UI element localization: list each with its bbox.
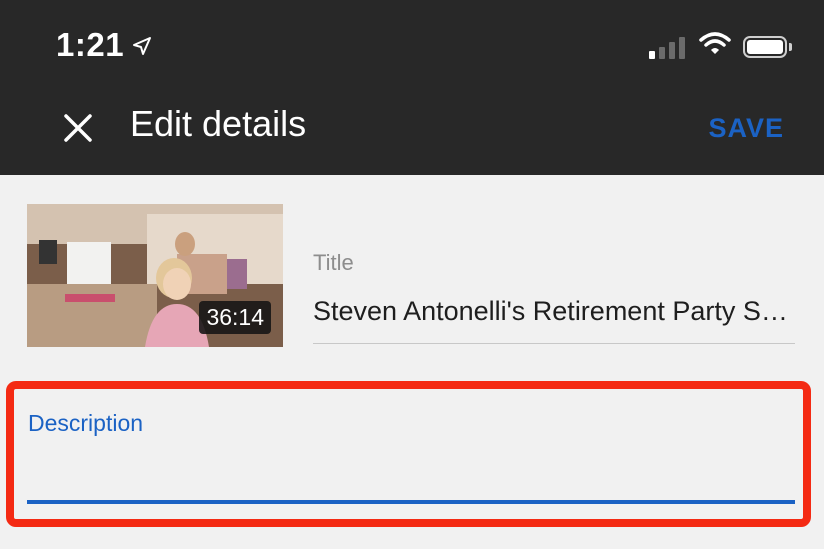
video-thumbnail[interactable]: 36:14 (27, 204, 283, 347)
cellular-signal-icon (649, 35, 685, 59)
location-arrow-icon (132, 26, 152, 64)
save-button[interactable]: SAVE (708, 113, 784, 144)
page-title: Edit details (130, 103, 307, 144)
title-label: Title (313, 250, 354, 275)
battery-icon (743, 35, 792, 58)
clock-text: 1:21 (56, 26, 125, 63)
close-button[interactable] (58, 108, 98, 148)
close-icon (64, 114, 92, 142)
status-bar-time: 1:21 (56, 26, 152, 64)
duration-badge: 36:14 (199, 301, 271, 334)
title-underline (313, 343, 795, 344)
top-bar: 1:21 Edit details SAVE (0, 0, 824, 175)
description-input[interactable] (27, 440, 795, 504)
title-input[interactable]: Steven Antonelli's Retirement Party S… (313, 296, 795, 327)
status-icons (649, 32, 792, 61)
description-label: Description (28, 410, 144, 436)
wifi-icon (699, 32, 731, 61)
